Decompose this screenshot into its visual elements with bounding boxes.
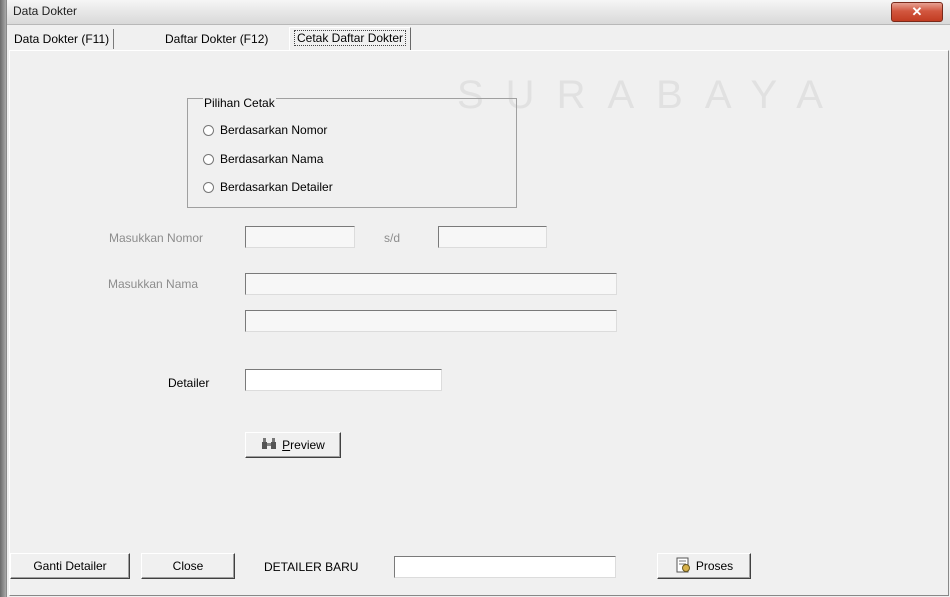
radio-button[interactable]: [203, 181, 214, 193]
radio-berdasarkan-detailer[interactable]: Berdasarkan Detailer: [203, 179, 333, 195]
radio-berdasarkan-nama[interactable]: Berdasarkan Nama: [203, 151, 323, 167]
nomor-from-input[interactable]: [245, 226, 355, 248]
nomor-to-input[interactable]: [438, 226, 547, 248]
process-icon: [675, 557, 691, 576]
nama-from-input[interactable]: [245, 273, 617, 295]
tab-cetak-label: Cetak Daftar Dokter: [294, 30, 407, 46]
radio-berdasarkan-nomor[interactable]: Berdasarkan Nomor: [203, 122, 327, 138]
proses-button[interactable]: Proses: [657, 553, 751, 579]
proses-label: Proses: [695, 559, 734, 573]
masukkan-nama-label: Masukkan Nama: [108, 277, 199, 291]
detailer-baru-input[interactable]: [394, 556, 616, 578]
data-dokter-window: Data Dokter ✕ SURABAYA Data Dokter (F11)…: [6, 0, 950, 597]
radio-label: Berdasarkan Nama: [220, 152, 324, 166]
preview-label: Preview: [282, 438, 325, 452]
radio-label: Berdasarkan Detailer: [220, 180, 333, 194]
close-icon: ✕: [911, 4, 923, 19]
masukkan-nomor-label: Masukkan Nomor: [109, 231, 204, 245]
title-bar: Data Dokter ✕: [7, 0, 950, 25]
radio-label: Berdasarkan Nomor: [220, 123, 328, 137]
tab-cetak-daftar-dokter[interactable]: Cetak Daftar Dokter: [289, 27, 412, 50]
detailer-label: Detailer: [168, 376, 210, 390]
binoculars-icon: [261, 437, 277, 453]
window-title: Data Dokter: [13, 4, 78, 18]
close-window-button[interactable]: ✕: [891, 2, 943, 22]
tab-data-dokter[interactable]: Data Dokter (F11): [10, 29, 115, 49]
detailer-input[interactable]: [245, 369, 442, 391]
close-button[interactable]: Close: [141, 553, 235, 579]
radio-button[interactable]: [203, 124, 214, 136]
ganti-detailer-button[interactable]: Ganti Detailer: [10, 553, 130, 579]
detailer-baru-label: DETAILER BARU: [264, 560, 359, 574]
range-separator-label: s/d: [384, 231, 401, 245]
tab-daftar-dokter[interactable]: Daftar Dokter (F12): [161, 29, 272, 49]
preview-button[interactable]: Preview: [245, 432, 341, 458]
radio-button[interactable]: [203, 153, 214, 165]
print-options-legend: Pilihan Cetak: [203, 96, 276, 110]
nama-to-input[interactable]: [245, 310, 617, 332]
